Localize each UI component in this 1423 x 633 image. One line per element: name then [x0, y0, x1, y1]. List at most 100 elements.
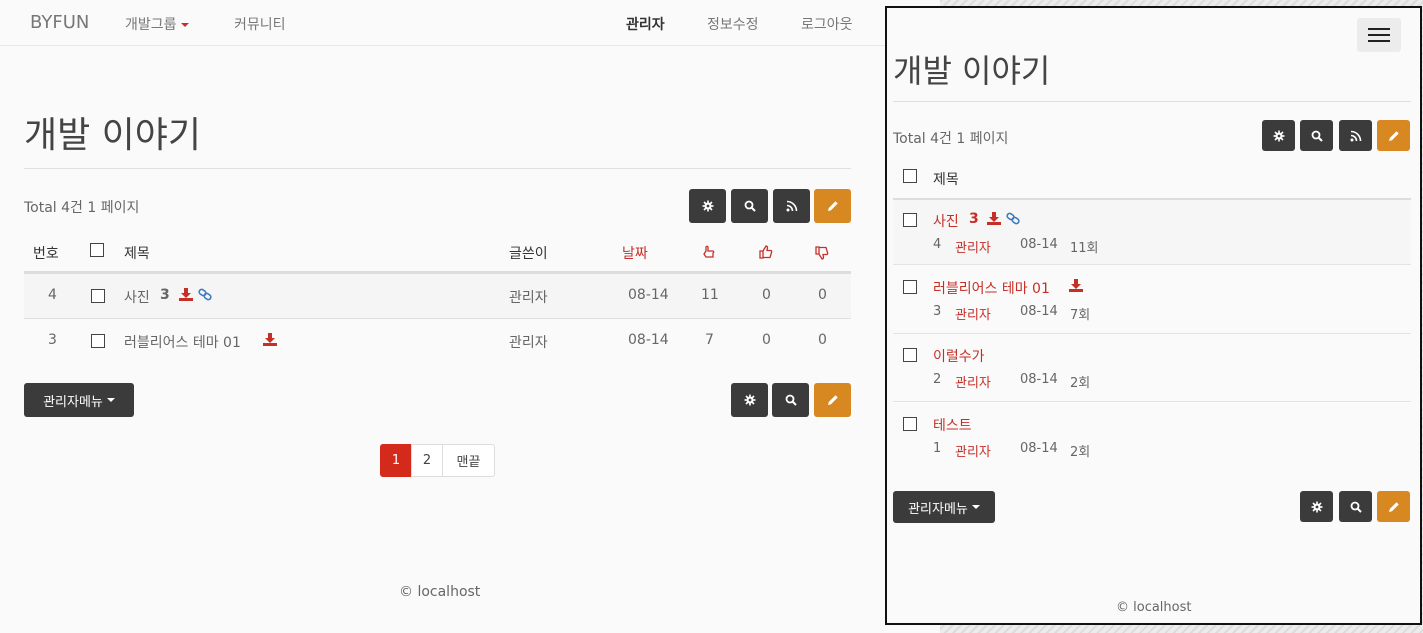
row-divider: [24, 318, 851, 319]
admin-menu-button[interactable]: 관리자메뉴: [893, 491, 995, 523]
thumbs-up-icon[interactable]: [759, 245, 773, 259]
settings-button[interactable]: [1300, 491, 1333, 522]
download-icon: [179, 288, 193, 301]
footer-copyright: © localhost: [399, 584, 481, 600]
list-item-num: 4: [933, 237, 942, 252]
list-item-writer[interactable]: 관리자: [955, 372, 991, 391]
nav-edit-info[interactable]: 정보수정: [707, 14, 759, 34]
rss-button[interactable]: [773, 189, 810, 223]
desktop-view: BYFUN 개발그룹 커뮤니티 관리자 정보수정 로그아웃 개발 이야기 Tot…: [0, 0, 940, 633]
settings-button[interactable]: [689, 189, 726, 223]
list-item-subject[interactable]: 테스트: [933, 415, 972, 435]
list-item-writer[interactable]: 관리자: [955, 304, 991, 323]
row-subject-link[interactable]: 러블리어스 테마 01: [124, 332, 241, 352]
search-button[interactable]: [1300, 120, 1333, 151]
nav-admin[interactable]: 관리자: [626, 14, 665, 34]
list-item-date: 08-14: [1020, 441, 1058, 456]
chevron-down-icon: [971, 505, 980, 509]
thumbs-down-icon[interactable]: [815, 246, 829, 260]
header-num: 번호: [33, 246, 59, 262]
row-checkbox[interactable]: [903, 280, 917, 294]
row-checkbox[interactable]: [903, 348, 917, 362]
row-checkbox[interactable]: [903, 213, 917, 227]
hamburger-icon: [1368, 28, 1390, 30]
list-item-subject[interactable]: 러블리어스 테마 01: [933, 278, 1050, 298]
list-item-views: 11회: [1070, 241, 1099, 256]
list-item-views: 2회: [1070, 445, 1091, 460]
rss-button[interactable]: [1339, 120, 1372, 151]
list-item-writer[interactable]: 관리자: [955, 237, 991, 256]
menu-toggle-button[interactable]: [1357, 18, 1401, 52]
select-all-checkbox[interactable]: [90, 243, 104, 257]
list-item: 이럴수가 2 관리자 08-14 2회: [893, 335, 1411, 402]
download-icon: [987, 212, 1001, 225]
mobile-title-divider: [893, 101, 1411, 102]
list-item-subject[interactable]: 사진: [933, 211, 959, 231]
admin-menu-button[interactable]: 관리자메뉴: [24, 383, 134, 417]
download-icon: [1069, 279, 1083, 292]
row-date: 08-14: [628, 287, 669, 303]
search-icon: [1350, 501, 1362, 513]
header-date[interactable]: 날짜: [622, 243, 648, 263]
row-subject-link[interactable]: 사진: [124, 287, 150, 307]
pencil-icon: [827, 201, 838, 211]
page-2-button[interactable]: 2: [411, 444, 443, 477]
row-good: 0: [762, 287, 771, 303]
total-count: Total 4건 1 페이지: [24, 200, 140, 216]
write-button[interactable]: [814, 383, 851, 417]
row-writer[interactable]: 관리자: [509, 287, 548, 307]
link-icon: [198, 288, 212, 301]
list-item-subject[interactable]: 이럴수가: [933, 346, 985, 366]
row-checkbox[interactable]: [903, 417, 917, 431]
rss-icon: [786, 200, 797, 212]
row-num: 3: [48, 332, 57, 348]
list-item-num: 2: [933, 372, 942, 387]
list-item-date: 08-14: [1020, 372, 1058, 387]
row-writer[interactable]: 관리자: [509, 332, 548, 352]
write-button[interactable]: [1377, 120, 1410, 151]
row-bad: 0: [818, 287, 827, 303]
row-checkbox[interactable]: [91, 334, 105, 348]
pencil-icon: [827, 395, 838, 405]
row-date: 08-14: [628, 332, 669, 348]
search-button[interactable]: [772, 383, 809, 417]
nav-logout[interactable]: 로그아웃: [801, 14, 853, 34]
brand-logo[interactable]: BYFUN: [30, 12, 89, 33]
admin-menu-label: 관리자메뉴: [908, 501, 968, 517]
search-button[interactable]: [1339, 491, 1372, 522]
select-all-checkbox[interactable]: [903, 169, 917, 183]
row-num: 4: [48, 287, 57, 303]
list-item-num: 3: [933, 304, 942, 319]
list-item-date: 08-14: [1020, 304, 1058, 319]
nav-community[interactable]: 커뮤니티: [234, 14, 286, 34]
nav-dev-group[interactable]: 개발그룹: [125, 14, 189, 34]
mobile-footer-copyright: © localhost: [1116, 600, 1192, 615]
page-1-button[interactable]: 1: [380, 444, 412, 477]
hand-pointer-icon[interactable]: [702, 245, 716, 259]
top-navbar: BYFUN 개발그룹 커뮤니티 관리자 정보수정 로그아웃: [0, 0, 940, 46]
hamburger-icon-bar: [1368, 40, 1390, 42]
list-item-num: 1: [933, 441, 942, 456]
admin-menu-label: 관리자메뉴: [43, 394, 103, 410]
settings-button[interactable]: [1262, 120, 1295, 151]
list-item-views: 2회: [1070, 376, 1091, 391]
last-page-button[interactable]: 맨끝: [442, 444, 495, 477]
comment-count: 3: [969, 211, 979, 227]
gear-icon: [1311, 501, 1322, 512]
pencil-icon: [1388, 130, 1399, 141]
link-icon: [1006, 212, 1020, 225]
row-views: 7: [705, 332, 714, 348]
write-button[interactable]: [814, 189, 851, 223]
chevron-down-icon: [180, 23, 189, 27]
settings-button[interactable]: [731, 383, 768, 417]
row-views: 11: [701, 287, 719, 303]
row-checkbox[interactable]: [91, 289, 105, 303]
gear-icon: [744, 394, 755, 406]
header-subject: 제목: [124, 246, 150, 262]
list-item-date: 08-14: [1020, 237, 1058, 252]
search-button[interactable]: [731, 189, 768, 223]
list-item-writer[interactable]: 관리자: [955, 441, 991, 460]
search-icon: [1311, 130, 1323, 142]
hamburger-icon-bar: [1368, 34, 1390, 36]
write-button[interactable]: [1377, 491, 1410, 522]
